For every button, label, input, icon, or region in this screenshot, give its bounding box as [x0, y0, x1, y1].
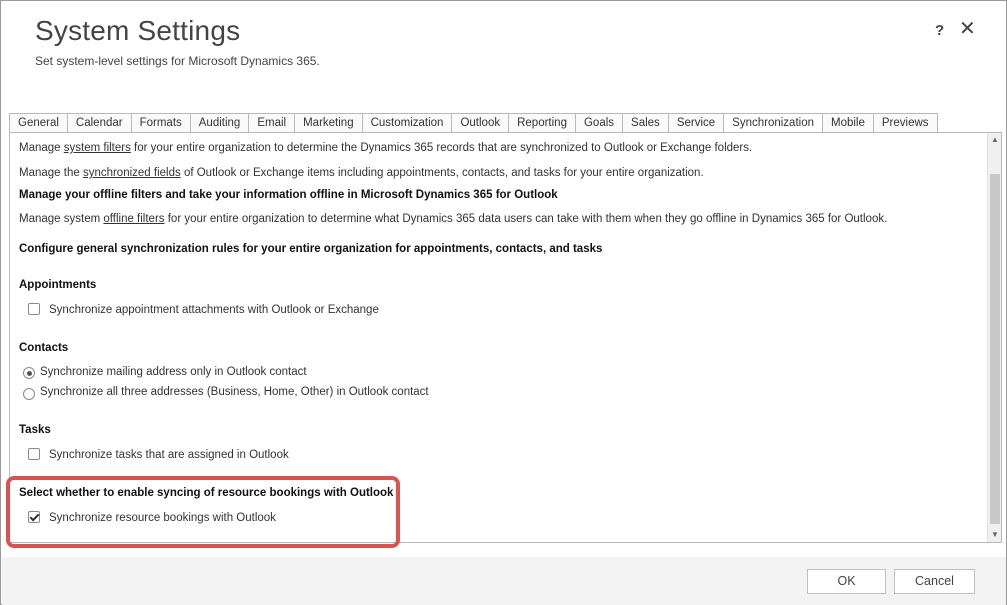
synchronized-fields-pre: Manage the: [19, 167, 83, 179]
tab-service[interactable]: Service: [667, 113, 725, 133]
offline-filters-line: Manage system offline filters for your e…: [19, 213, 887, 225]
tab-general[interactable]: General: [9, 113, 68, 133]
offline-heading: Manage your offline filters and take you…: [19, 189, 558, 201]
tab-previews[interactable]: Previews: [872, 113, 938, 133]
assigned-tasks-label: Synchronize tasks that are assigned in O…: [49, 449, 289, 461]
offline-filters-link[interactable]: offline filters: [103, 213, 164, 225]
all-three-addresses-radio[interactable]: [23, 388, 35, 400]
assigned-tasks-checkbox[interactable]: [28, 448, 40, 460]
scroll-down-arrow-icon[interactable]: ▼: [988, 528, 1001, 542]
resource-bookings-heading: Select whether to enable syncing of reso…: [19, 487, 394, 499]
system-filters-pre: Manage: [19, 142, 64, 154]
mailing-address-only-radio[interactable]: [23, 367, 35, 379]
close-icon[interactable]: ✕: [959, 19, 976, 39]
resource-bookings-checkbox[interactable]: [28, 511, 40, 523]
tab-calendar[interactable]: Calendar: [66, 113, 132, 133]
all-three-addresses-label: Synchronize all three addresses (Busines…: [40, 386, 429, 398]
system-filters-line: Manage system filters for your entire or…: [19, 142, 752, 154]
mailing-address-only-label: Synchronize mailing address only in Outl…: [40, 366, 307, 378]
system-settings-dialog: System Settings Set system-level setting…: [0, 0, 1007, 605]
offline-filters-post: for your entire organization to determin…: [164, 213, 888, 225]
offline-filters-pre: Manage system: [19, 213, 104, 225]
tab-reporting[interactable]: Reporting: [508, 113, 576, 133]
tab-marketing[interactable]: Marketing: [294, 113, 363, 133]
appointment-attachments-checkbox[interactable]: [28, 303, 40, 315]
synchronized-fields-line: Manage the synchronized fields of Outloo…: [19, 167, 704, 179]
sync-rules-heading: Configure general synchronization rules …: [19, 243, 603, 255]
ok-button[interactable]: OK: [807, 569, 886, 594]
scroll-up-arrow-icon[interactable]: ▲: [988, 133, 1001, 147]
tab-outlook[interactable]: Outlook: [451, 113, 510, 133]
resource-bookings-label: Synchronize resource bookings with Outlo…: [49, 512, 276, 524]
vertical-scrollbar[interactable]: ▲ ▼: [987, 133, 1001, 542]
tab-formats[interactable]: Formats: [130, 113, 191, 133]
appointments-heading: Appointments: [19, 279, 97, 291]
scrollbar-thumb[interactable]: [990, 174, 1000, 524]
tasks-heading: Tasks: [19, 424, 51, 436]
settings-tab-bar: General Calendar Formats Auditing Email …: [9, 113, 938, 134]
dialog-title: System Settings: [35, 15, 241, 46]
tab-customization[interactable]: Customization: [361, 113, 453, 133]
panel-content: Manage system filters for your entire or…: [10, 133, 988, 542]
tab-synchronization[interactable]: Synchronization: [723, 113, 823, 134]
tab-auditing[interactable]: Auditing: [189, 113, 250, 133]
tab-mobile[interactable]: Mobile: [822, 113, 874, 133]
help-icon[interactable]: ?: [935, 22, 944, 39]
appointment-attachments-label: Synchronize appointment attachments with…: [49, 304, 379, 316]
system-filters-post: for your entire organization to determin…: [130, 142, 753, 154]
contacts-heading: Contacts: [19, 342, 69, 354]
synchronization-panel: Manage system filters for your entire or…: [9, 132, 1002, 543]
tab-goals[interactable]: Goals: [574, 113, 624, 133]
synchronized-fields-link[interactable]: synchronized fields: [83, 167, 181, 179]
tab-email[interactable]: Email: [248, 113, 296, 133]
system-filters-link[interactable]: system filters: [64, 142, 131, 154]
tab-sales[interactable]: Sales: [622, 113, 669, 133]
dialog-subtitle: Set system-level settings for Microsoft …: [35, 54, 320, 68]
synchronized-fields-post: of Outlook or Exchange items including a…: [180, 167, 704, 179]
cancel-button[interactable]: Cancel: [894, 569, 975, 594]
